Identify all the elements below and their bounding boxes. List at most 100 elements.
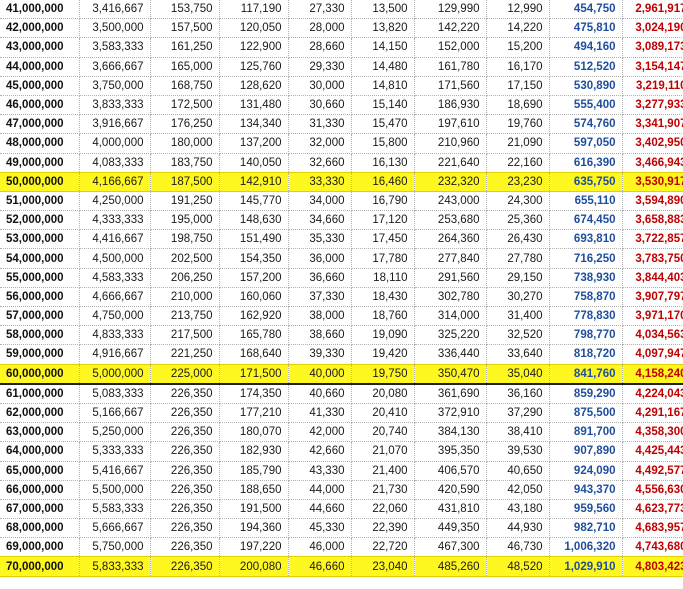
table-cell[interactable]: 859,290 — [549, 383, 623, 404]
table-cell[interactable]: 171,560 — [414, 76, 487, 96]
table-cell[interactable]: 4,556,630 — [622, 480, 683, 500]
table-cell[interactable]: 485,260 — [414, 556, 487, 577]
table-cell[interactable]: 778,830 — [549, 306, 623, 327]
table-cell[interactable]: 406,570 — [414, 461, 487, 481]
table-cell[interactable]: 21,400 — [351, 461, 415, 481]
table-cell[interactable]: 3,907,797 — [622, 287, 683, 308]
table-cell[interactable]: 66,000,000 — [0, 480, 80, 500]
table-cell[interactable]: 120,050 — [219, 18, 289, 39]
table-cell[interactable]: 54,000,000 — [0, 248, 80, 269]
table-cell[interactable]: 4,250,000 — [79, 191, 151, 212]
table-cell[interactable]: 200,080 — [219, 556, 289, 577]
table-cell[interactable]: 41,000,000 — [0, 0, 80, 20]
table-cell[interactable]: 176,250 — [150, 114, 220, 135]
table-cell[interactable]: 655,110 — [549, 191, 623, 212]
table-cell[interactable]: 16,460 — [351, 171, 415, 192]
table-cell[interactable]: 22,720 — [351, 537, 415, 558]
table-cell[interactable]: 17,150 — [486, 76, 550, 96]
table-cell[interactable]: 5,583,333 — [79, 499, 151, 520]
table-cell[interactable]: 3,658,883 — [622, 210, 683, 231]
table-cell[interactable]: 168,640 — [219, 344, 289, 365]
table-cell[interactable]: 53,000,000 — [0, 229, 80, 250]
table-cell[interactable]: 3,089,173 — [622, 37, 683, 58]
table-cell[interactable]: 41,330 — [288, 403, 352, 424]
table-cell[interactable]: 4,416,667 — [79, 229, 151, 250]
table-cell[interactable]: 4,916,667 — [79, 344, 151, 365]
table-cell[interactable]: 43,330 — [288, 461, 352, 481]
table-cell[interactable]: 198,750 — [150, 229, 220, 250]
table-cell[interactable]: 157,200 — [219, 268, 289, 288]
table-cell[interactable]: 20,740 — [351, 422, 415, 443]
table-cell[interactable]: 161,780 — [414, 57, 487, 77]
table-cell[interactable]: 16,790 — [351, 191, 415, 212]
table-cell[interactable]: 22,390 — [351, 518, 415, 539]
table-cell[interactable]: 46,000 — [288, 537, 352, 558]
table-cell[interactable]: 34,000 — [288, 191, 352, 212]
table-cell[interactable]: 3,833,333 — [79, 95, 151, 116]
table-cell[interactable]: 5,166,667 — [79, 403, 151, 424]
table-cell[interactable]: 28,000 — [288, 18, 352, 39]
table-cell[interactable]: 4,000,000 — [79, 133, 151, 154]
table-cell[interactable]: 3,583,333 — [79, 37, 151, 58]
table-cell[interactable]: 46,000,000 — [0, 95, 80, 116]
table-cell[interactable]: 134,340 — [219, 114, 289, 135]
table-cell[interactable]: 226,350 — [150, 403, 220, 424]
table-cell[interactable]: 24,300 — [486, 191, 550, 212]
table-cell[interactable]: 48,000,000 — [0, 133, 80, 154]
table-cell[interactable]: 20,080 — [351, 383, 415, 404]
table-cell[interactable]: 3,594,890 — [622, 191, 683, 212]
table-cell[interactable]: 555,400 — [549, 95, 623, 116]
table-cell[interactable]: 186,930 — [414, 95, 487, 116]
table-cell[interactable]: 30,000 — [288, 76, 352, 96]
table-cell[interactable]: 336,440 — [414, 344, 487, 365]
table-cell[interactable]: 55,000,000 — [0, 268, 80, 288]
table-cell[interactable]: 4,291,167 — [622, 403, 683, 424]
table-cell[interactable]: 31,330 — [288, 114, 352, 135]
table-cell[interactable]: 1,029,910 — [549, 556, 623, 577]
table-cell[interactable]: 59,000,000 — [0, 344, 80, 365]
table-cell[interactable]: 148,630 — [219, 210, 289, 231]
table-cell[interactable]: 18,760 — [351, 306, 415, 327]
table-cell[interactable]: 14,810 — [351, 76, 415, 96]
table-cell[interactable]: 152,000 — [414, 37, 487, 58]
table-cell[interactable]: 45,000,000 — [0, 76, 80, 96]
table-cell[interactable]: 44,660 — [288, 499, 352, 520]
table-cell[interactable]: 5,666,667 — [79, 518, 151, 539]
table-cell[interactable]: 14,150 — [351, 37, 415, 58]
table-cell[interactable]: 187,500 — [150, 171, 220, 192]
table-cell[interactable]: 60,000,000 — [0, 363, 80, 385]
table-cell[interactable]: 982,710 — [549, 518, 623, 539]
table-cell[interactable]: 125,760 — [219, 57, 289, 77]
table-cell[interactable]: 47,000,000 — [0, 114, 80, 135]
table-cell[interactable]: 3,722,857 — [622, 229, 683, 250]
table-cell[interactable]: 14,220 — [486, 18, 550, 39]
table-cell[interactable]: 39,330 — [288, 344, 352, 365]
table-cell[interactable]: 226,350 — [150, 461, 220, 481]
table-cell[interactable]: 38,660 — [288, 325, 352, 346]
table-cell[interactable]: 3,416,667 — [79, 0, 151, 20]
table-cell[interactable]: 3,750,000 — [79, 76, 151, 96]
table-cell[interactable]: 46,730 — [486, 537, 550, 558]
table-cell[interactable]: 907,890 — [549, 441, 623, 462]
table-cell[interactable]: 56,000,000 — [0, 287, 80, 308]
table-cell[interactable]: 165,000 — [150, 57, 220, 77]
table-cell[interactable]: 35,330 — [288, 229, 352, 250]
table-cell[interactable]: 180,070 — [219, 422, 289, 443]
table-cell[interactable]: 161,250 — [150, 37, 220, 58]
table-cell[interactable]: 15,140 — [351, 95, 415, 116]
table-cell[interactable]: 530,890 — [549, 76, 623, 96]
table-cell[interactable]: 174,350 — [219, 383, 289, 404]
table-cell[interactable]: 16,170 — [486, 57, 550, 77]
table-cell[interactable]: 62,000,000 — [0, 403, 80, 424]
table-cell[interactable]: 210,000 — [150, 287, 220, 308]
table-cell[interactable]: 122,900 — [219, 37, 289, 58]
table-cell[interactable]: 14,480 — [351, 57, 415, 77]
table-cell[interactable]: 454,750 — [549, 0, 623, 20]
table-cell[interactable]: 183,750 — [150, 153, 220, 173]
table-cell[interactable]: 61,000,000 — [0, 383, 80, 404]
table-cell[interactable]: 40,000 — [288, 363, 352, 385]
table-cell[interactable]: 475,810 — [549, 18, 623, 39]
table-cell[interactable]: 5,000,000 — [79, 363, 151, 385]
table-cell[interactable]: 182,930 — [219, 441, 289, 462]
table-cell[interactable]: 142,910 — [219, 171, 289, 192]
